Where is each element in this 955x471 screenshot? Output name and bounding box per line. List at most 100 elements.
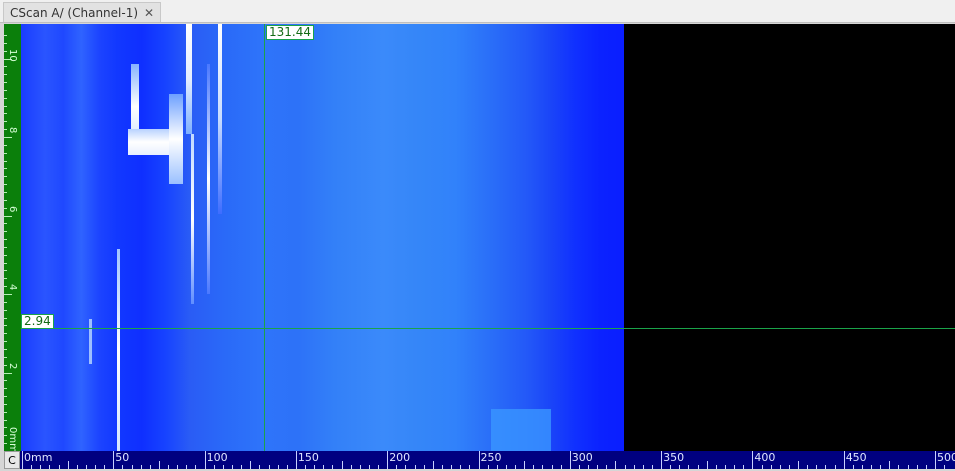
- cursor-vertical-line[interactable]: [264, 24, 265, 451]
- x-axis-tick: [231, 465, 233, 469]
- y-axis-tick: [4, 254, 7, 256]
- x-axis-tick: [414, 465, 416, 469]
- x-axis-tick: [259, 465, 261, 469]
- x-axis-tick: [305, 465, 307, 469]
- cscan-image: [21, 24, 624, 451]
- x-axis-tick: [880, 465, 882, 469]
- x-axis-tick: [770, 465, 772, 469]
- x-axis-label: 500: [937, 451, 955, 464]
- x-axis-tick: [213, 465, 215, 469]
- scan-streak: [491, 409, 551, 451]
- x-axis-label: 350: [663, 451, 685, 464]
- x-axis-tick: [250, 461, 252, 469]
- x-axis-label: 250: [480, 451, 502, 464]
- y-axis-tick: [4, 341, 7, 343]
- x-axis-tick: [861, 465, 863, 469]
- y-axis-tick: [4, 113, 7, 115]
- x-axis-tick: [396, 465, 398, 469]
- x-axis-tick: [222, 465, 224, 469]
- x-axis-tick: [286, 465, 288, 469]
- x-axis-tick: [734, 465, 736, 469]
- y-axis-tick: [4, 246, 7, 248]
- y-axis-label: 10: [7, 48, 18, 62]
- scan-streak: [218, 24, 222, 214]
- cursor-y-readout: 2.94: [21, 314, 54, 329]
- x-axis-tick: [916, 465, 918, 469]
- y-axis-label: 6: [7, 205, 18, 212]
- x-axis-tick: [58, 465, 60, 469]
- x-axis-tick: [925, 465, 927, 469]
- y-axis-tick: [4, 262, 7, 264]
- x-axis-tick: [131, 465, 133, 469]
- tab-cscan[interactable]: CScan A/ (Channel-1) ✕: [3, 2, 162, 22]
- x-axis-tick: [889, 461, 891, 469]
- x-axis-tick: [624, 465, 626, 469]
- x-axis-tick: [761, 465, 763, 469]
- x-axis-tick: [715, 465, 717, 469]
- x-axis-tick: [67, 461, 69, 469]
- x-axis-tick: [140, 465, 142, 469]
- x-axis-ruler[interactable]: 0mm 50 100 150 200 250 300 350 400 450 500: [20, 451, 955, 469]
- y-axis-tick: [4, 309, 7, 311]
- x-axis-tick: [268, 465, 270, 469]
- x-axis-tick: [432, 461, 434, 469]
- scan-streak: [169, 94, 183, 184]
- x-axis-label: 450: [845, 451, 867, 464]
- x-axis-tick: [542, 465, 544, 469]
- x-axis-tick: [807, 465, 809, 469]
- x-axis-tick: [798, 461, 800, 469]
- x-axis-tick: [679, 465, 681, 469]
- x-axis-tick: [606, 465, 608, 469]
- cscan-plot[interactable]: 131.44 2.94: [21, 24, 955, 451]
- x-axis-tick: [779, 465, 781, 469]
- y-axis-tick: [4, 301, 7, 303]
- y-axis-tick: [4, 89, 7, 91]
- x-axis-tick: [149, 465, 151, 469]
- x-axis-tick: [871, 465, 873, 469]
- scan-streak: [186, 24, 192, 134]
- y-axis-tick: [4, 388, 7, 390]
- x-axis-label: 50: [115, 451, 130, 464]
- y-axis-label: 0mm: [7, 427, 18, 451]
- y-axis-tick: [4, 223, 7, 225]
- x-axis-tick: [852, 465, 854, 469]
- x-axis-tick: [524, 461, 526, 469]
- scan-streak: [191, 134, 194, 304]
- x-axis-tick: [95, 465, 97, 469]
- y-axis-tick: [4, 419, 7, 421]
- x-axis-tick: [725, 465, 726, 469]
- x-axis-tick: [487, 465, 489, 469]
- close-icon[interactable]: ✕: [144, 6, 154, 20]
- cursor-horizontal-line[interactable]: [21, 328, 955, 329]
- x-axis-tick: [642, 465, 644, 469]
- y-axis-label: 8: [7, 127, 18, 134]
- y-axis-ruler[interactable]: 0mm 2 4 6 8 10: [4, 24, 21, 451]
- y-axis-tick: [4, 35, 7, 36]
- y-axis-tick: [4, 144, 7, 146]
- y-axis-tick: [4, 199, 7, 201]
- y-axis-tick: [4, 97, 7, 99]
- x-axis-tick: [368, 465, 370, 469]
- x-axis-tick: [597, 465, 599, 469]
- y-axis-tick: [4, 121, 7, 123]
- y-axis-label: 4: [7, 284, 18, 291]
- x-axis-label: 400: [754, 451, 776, 464]
- y-axis-label: 2: [7, 362, 18, 369]
- tab-title: CScan A/ (Channel-1): [10, 5, 139, 20]
- x-axis-tick: [578, 465, 580, 469]
- y-axis-tick: [4, 152, 7, 154]
- x-axis-tick: [104, 465, 106, 469]
- x-axis-tick: [706, 461, 708, 469]
- y-axis-tick: [4, 184, 7, 186]
- x-axis-tick: [898, 465, 900, 469]
- x-axis-tick: [241, 465, 243, 469]
- x-axis-tick: [788, 465, 790, 469]
- x-axis-tick: [743, 465, 745, 469]
- x-axis-label: 150: [297, 451, 319, 464]
- x-axis-tick: [323, 465, 325, 469]
- x-axis-tick: [158, 461, 160, 469]
- x-axis-tick: [460, 465, 462, 469]
- x-axis-tick: [332, 465, 334, 469]
- cursor-x-readout: 131.44: [266, 25, 314, 40]
- y-axis-tick: [4, 317, 7, 319]
